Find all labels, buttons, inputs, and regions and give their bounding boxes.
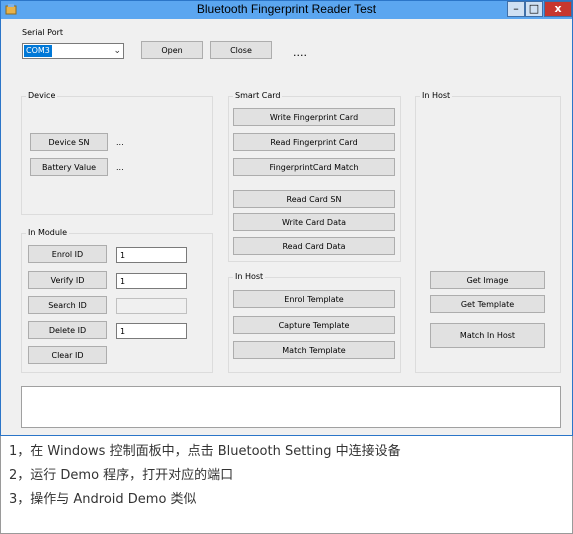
enrol-id-button[interactable]: Enrol ID <box>28 245 107 263</box>
instructions-panel: 1，在 Windows 控制面板中，点击 Bluetooth Setting 中… <box>0 436 573 534</box>
read-card-sn-button[interactable]: Read Card SN <box>233 190 395 208</box>
enrol-template-button[interactable]: Enrol Template <box>233 290 395 308</box>
close-port-button[interactable]: Close <box>210 41 272 59</box>
fingerprint-card-match-button[interactable]: FingerprintCard Match <box>233 158 395 176</box>
delete-id-input[interactable]: 1 <box>116 323 187 339</box>
chevron-down-icon: ⌄ <box>113 46 121 56</box>
window-title: Bluetooth Fingerprint Reader Test <box>196 2 377 16</box>
instruction-line: 2，运行 Demo 程序，打开对应的端口 <box>9 468 234 483</box>
smartcard-group-title: Smart Card <box>233 91 283 100</box>
minimize-button[interactable]: – <box>507 1 525 17</box>
read-fingerprint-card-button[interactable]: Read Fingerprint Card <box>233 133 395 151</box>
port-status: .... <box>293 46 307 59</box>
open-button[interactable]: Open <box>141 41 203 59</box>
device-group: Device <box>21 91 213 215</box>
module-group-title: In Module <box>26 228 70 237</box>
inhost-right-group-title: In Host <box>420 91 453 100</box>
serial-port-value: COM3 <box>24 45 52 57</box>
write-fingerprint-card-button[interactable]: Write Fingerprint Card <box>233 108 395 126</box>
output-textbox[interactable] <box>21 386 561 428</box>
enrol-id-input[interactable]: 1 <box>116 247 187 263</box>
search-id-button[interactable]: Search ID <box>28 296 107 314</box>
title-bar: Bluetooth Fingerprint Reader Test <box>1 1 572 19</box>
get-template-button[interactable]: Get Template <box>430 295 545 313</box>
inhost-mid-group-title: In Host <box>233 272 266 281</box>
write-card-data-button[interactable]: Write Card Data <box>233 213 395 231</box>
device-group-title: Device <box>26 91 58 100</box>
instruction-line: 1，在 Windows 控制面板中，点击 Bluetooth Setting 中… <box>9 444 401 459</box>
battery-value: ... <box>116 163 124 172</box>
maximize-button[interactable]: □ <box>525 1 543 17</box>
search-id-input <box>116 298 187 314</box>
device-sn-button[interactable]: Device SN <box>30 133 108 151</box>
capture-template-button[interactable]: Capture Template <box>233 316 395 334</box>
app-window: Bluetooth Fingerprint Reader Test – □ x … <box>0 0 573 436</box>
battery-value-button[interactable]: Battery Value <box>30 158 108 176</box>
verify-id-input[interactable]: 1 <box>116 273 187 289</box>
instruction-line: 3，操作与 Android Demo 类似 <box>9 492 197 507</box>
serial-port-label: Serial Port <box>22 28 64 37</box>
clear-id-button[interactable]: Clear ID <box>28 346 107 364</box>
device-sn-value: ... <box>116 138 124 147</box>
match-in-host-button[interactable]: Match In Host <box>430 323 545 348</box>
close-window-button[interactable]: x <box>544 1 572 17</box>
read-card-data-button[interactable]: Read Card Data <box>233 237 395 255</box>
verify-id-button[interactable]: Verify ID <box>28 271 107 289</box>
match-template-button[interactable]: Match Template <box>233 341 395 359</box>
get-image-button[interactable]: Get Image <box>430 271 545 289</box>
delete-id-button[interactable]: Delete ID <box>28 321 107 339</box>
serial-port-select[interactable]: COM3 ⌄ <box>22 43 124 59</box>
